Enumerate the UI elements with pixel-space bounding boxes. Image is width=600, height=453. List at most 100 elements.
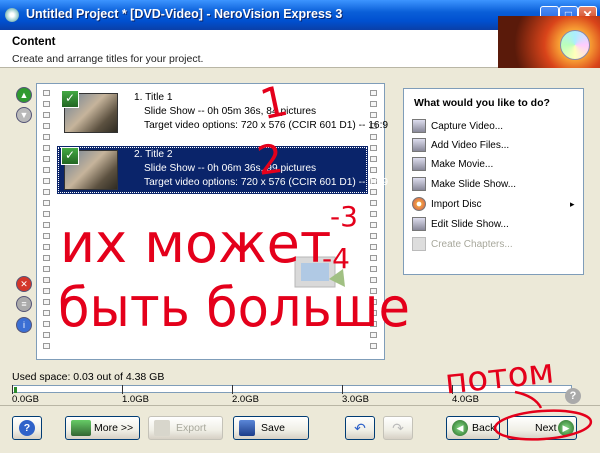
film-hole [43, 112, 50, 118]
used-space-label: Used space: 0.03 out of 4.38 GB [12, 371, 165, 383]
film-strip-left [40, 84, 54, 359]
film-hole [43, 277, 50, 283]
title-2-name: 2. Title 2 [134, 149, 173, 160]
add-video-files-icon [412, 138, 426, 152]
film-hole [43, 145, 50, 151]
import-disc-item[interactable]: Import Disc ▸ [412, 196, 582, 214]
film-watermark-icon [294, 256, 345, 288]
film-hole [43, 167, 50, 173]
export-button[interactable]: Export [148, 416, 223, 440]
title-row-2[interactable]: 2. Title 2 Slide Show -- 0h 06m 36s, 99 … [57, 146, 388, 194]
film-hole [370, 211, 377, 217]
film-hole [43, 178, 50, 184]
film-hole [43, 266, 50, 272]
film-hole [43, 343, 50, 349]
film-hole [370, 266, 377, 272]
film-hole [43, 255, 50, 261]
save-button[interactable]: Save [233, 416, 309, 440]
film-hole [43, 299, 50, 305]
title-2-info: Slide Show -- 0h 06m 36s, 99 pictures [144, 163, 317, 174]
film-hole [370, 310, 377, 316]
delete-title-button[interactable]: ✕ [16, 276, 32, 292]
film-hole [370, 277, 377, 283]
more-button[interactable]: More >> [65, 416, 140, 440]
help-button[interactable]: ? [12, 416, 42, 440]
app-window: Untitled Project * [DVD-Video] - NeroVis… [0, 0, 600, 453]
film-hole [43, 134, 50, 140]
checkmark-icon [61, 147, 79, 165]
more-icon [71, 420, 91, 436]
nero-logo [498, 16, 600, 68]
title-2-options: Target video options: 720 x 576 (CCIR 60… [144, 177, 389, 188]
film-hole [370, 200, 377, 206]
undo-icon: ↶ [354, 420, 366, 436]
next-arrow-icon: ▶ [558, 420, 574, 436]
capture-video-item[interactable]: Capture Video... [412, 118, 582, 136]
film-hole [43, 244, 50, 250]
edit-slide-show-item[interactable]: Edit Slide Show... [412, 216, 582, 234]
film-hole [370, 288, 377, 294]
undo-button[interactable]: ↶ [345, 416, 375, 440]
film-hole [370, 332, 377, 338]
make-movie-icon [412, 157, 426, 171]
checkmark-icon [61, 90, 79, 108]
film-hole [43, 222, 50, 228]
redo-button[interactable]: ↷ [383, 416, 413, 440]
title-list[interactable]: 1. Title 1 Slide Show -- 0h 05m 36s, 84 … [36, 83, 388, 360]
film-hole [370, 343, 377, 349]
create-chapters-icon [412, 237, 426, 251]
help-icon: ? [19, 420, 35, 436]
film-hole [370, 321, 377, 327]
make-movie-item[interactable]: Make Movie... [412, 156, 582, 174]
film-hole [43, 200, 50, 206]
submenu-arrow-icon: ▸ [570, 199, 575, 209]
gauge-tick: 3.0GB [342, 385, 369, 405]
gauge-tick: 0.0GB [12, 385, 39, 405]
move-up-button[interactable]: ▲ [16, 87, 32, 103]
title-1-name: 1. Title 1 [134, 92, 173, 103]
film-hole [370, 299, 377, 305]
film-hole [370, 255, 377, 261]
film-hole [43, 288, 50, 294]
disc-icon [560, 30, 590, 60]
make-slide-show-icon [412, 177, 426, 191]
nero-app-icon [5, 8, 19, 22]
info-button[interactable]: i [16, 317, 32, 333]
gauge-help-icon[interactable]: ? [565, 388, 581, 404]
redo-icon: ↷ [392, 420, 404, 436]
move-down-button[interactable]: ▼ [16, 107, 32, 123]
export-icon [154, 420, 170, 436]
film-hole [370, 134, 377, 140]
disc-space-gauge: 0.0GB 1.0GB 2.0GB 3.0GB 4.0GB [12, 385, 572, 405]
back-button[interactable]: ◀ Back [446, 416, 500, 440]
edit-slide-show-icon [412, 217, 426, 231]
film-hole [43, 321, 50, 327]
film-hole [43, 189, 50, 195]
title-row-1[interactable]: 1. Title 1 Slide Show -- 0h 05m 36s, 84 … [57, 89, 388, 137]
gauge-fill [14, 387, 17, 393]
make-slide-show-item[interactable]: Make Slide Show... [412, 176, 582, 194]
next-button[interactable]: Next ▶ [507, 416, 577, 440]
task-panel: What would you like to do? Capture Video… [403, 88, 584, 275]
properties-button[interactable]: ≡ [16, 296, 32, 312]
film-hole [43, 90, 50, 96]
gauge-tick: 1.0GB [122, 385, 149, 405]
film-hole [370, 233, 377, 239]
import-disc-icon [412, 197, 426, 211]
title-2-thumbnail [61, 147, 118, 190]
film-hole [43, 156, 50, 162]
film-hole [43, 101, 50, 107]
film-hole [370, 222, 377, 228]
gauge-tick: 2.0GB [232, 385, 259, 405]
film-hole [43, 310, 50, 316]
add-video-files-item[interactable]: Add Video Files... [412, 137, 582, 155]
page-title: Content [12, 36, 56, 48]
title-1-options: Target video options: 720 x 576 (CCIR 60… [144, 120, 389, 131]
bottom-toolbar: ? More >> Export Save ↶ ↷ ◀ Back Next ▶ [0, 405, 600, 453]
save-icon [239, 420, 255, 436]
create-chapters-item[interactable]: Create Chapters... [412, 236, 582, 254]
film-hole [370, 244, 377, 250]
film-hole [43, 211, 50, 217]
film-hole [43, 123, 50, 129]
capture-video-icon [412, 119, 426, 133]
